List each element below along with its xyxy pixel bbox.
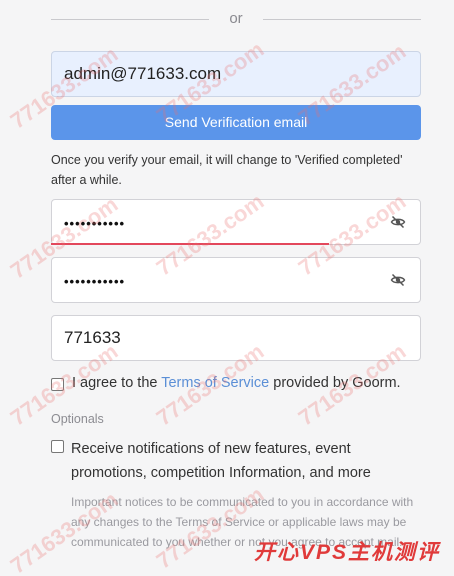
terms-checkbox[interactable] [51,378,64,391]
or-divider: or [51,6,421,34]
verification-code-field[interactable]: 771633 [51,315,421,361]
confirm-password-value: ••••••••••• [64,274,126,289]
eye-off-icon[interactable] [390,214,406,230]
password-value: ••••••••••• [64,216,126,231]
terms-label: I agree to the Terms of Service provided… [72,375,401,391]
terms-suffix: provided by Goorm. [273,375,401,391]
confirm-password-field[interactable]: ••••••••••• [51,257,421,303]
optionals-heading: Optionals [51,412,104,426]
email-field[interactable]: admin@771633.com [51,51,421,97]
notifications-checkbox[interactable] [51,440,64,453]
code-value: 771633 [64,328,121,347]
verification-hint: Once you verify your email, it will chan… [51,153,403,187]
divider-line-right [263,19,421,20]
email-value: admin@771633.com [64,64,222,83]
notifications-label: Receive notifications of new features, e… [71,441,371,481]
terms-of-service-link[interactable]: Terms of Service [161,375,269,391]
eye-off-icon[interactable] [390,272,406,288]
focus-underline [51,243,329,245]
watermark-logo: 开心VPS主机测评 [254,541,441,564]
send-verification-button[interactable]: Send Verification email [51,105,421,140]
password-field[interactable]: ••••••••••• [51,199,421,245]
terms-prefix: I agree to the [72,375,158,391]
